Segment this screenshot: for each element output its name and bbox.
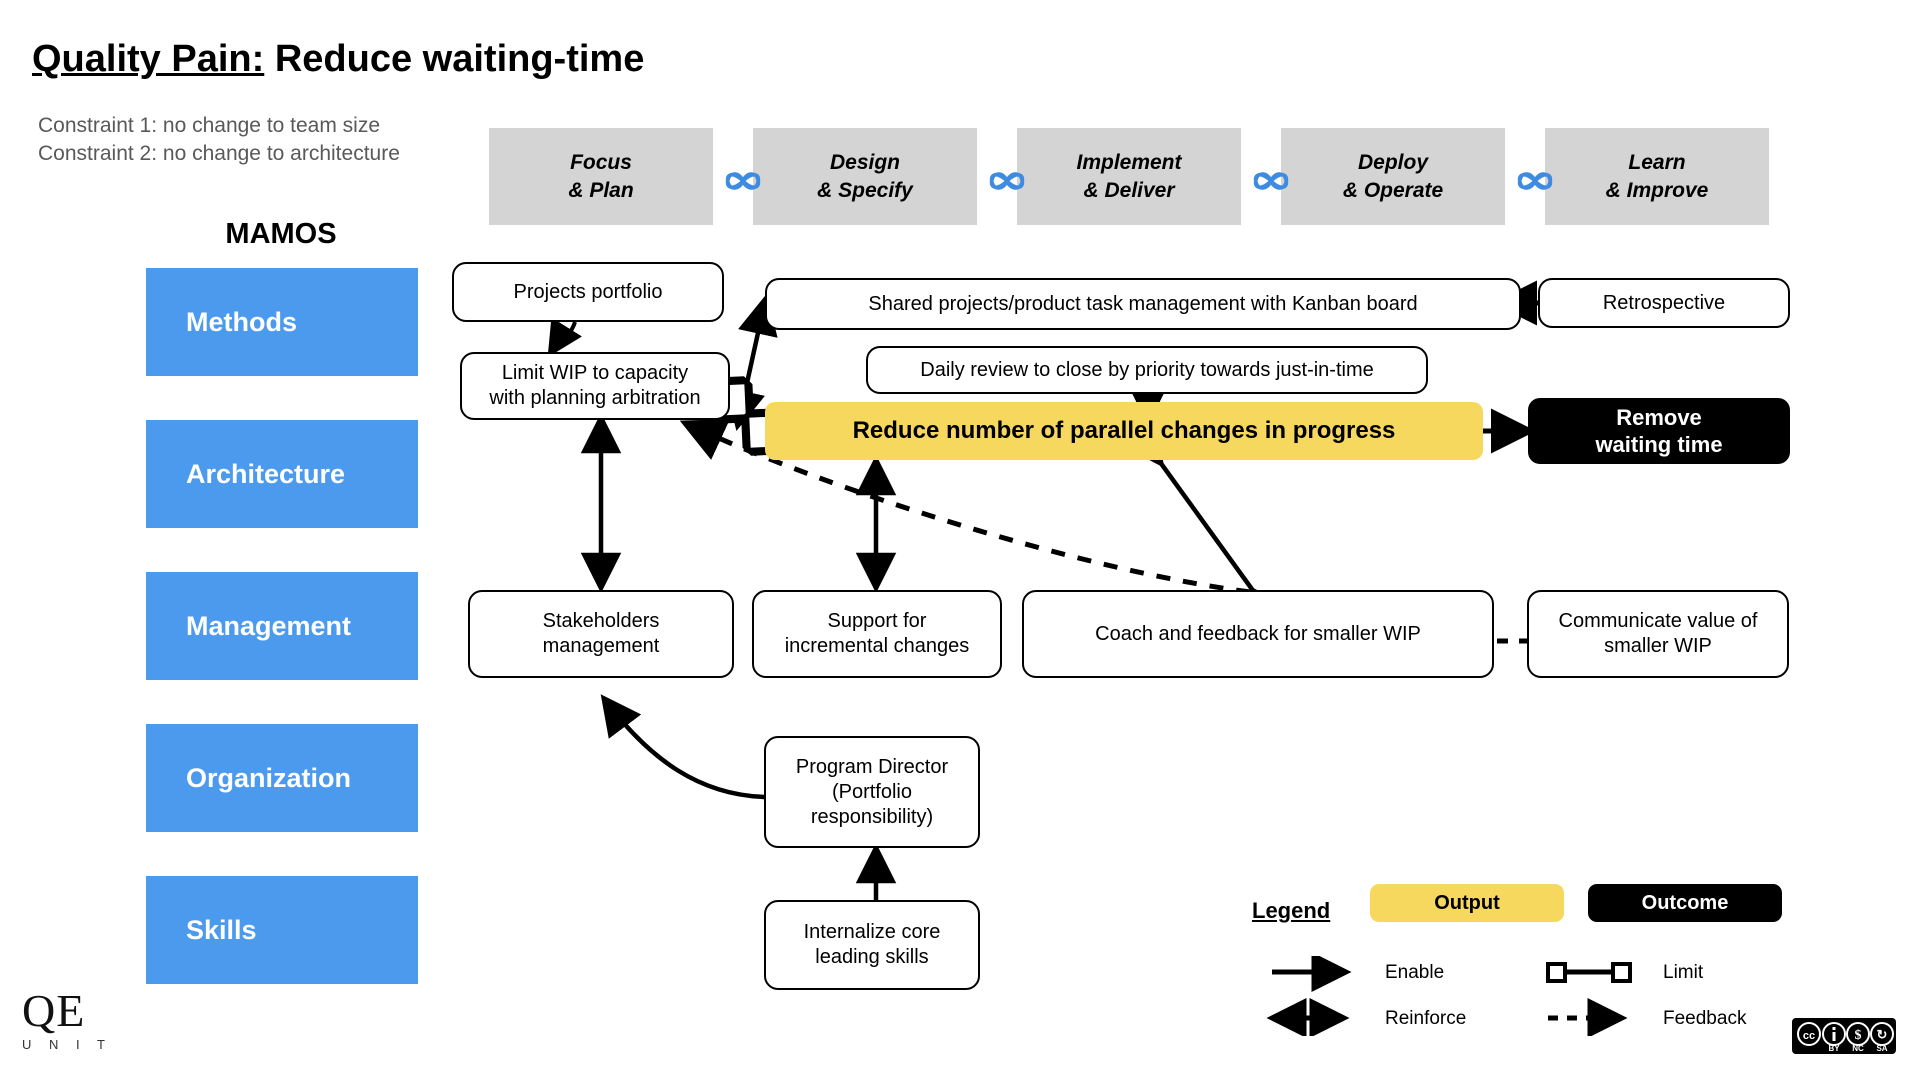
svg-text:$: $ <box>1855 1028 1862 1043</box>
logo-main-text: QE <box>22 985 86 1036</box>
page-title-emphasis: Quality Pain: <box>32 38 265 80</box>
legend-entry-reinforce: Reinforce <box>1385 1008 1467 1029</box>
phase-label-line2: & Specify <box>817 178 913 202</box>
legend-outcome-chip: Outcome <box>1588 884 1782 922</box>
node-stakeholders-management[interactable]: Stakeholders management <box>468 590 734 678</box>
node-retrospective[interactable]: Retrospective <box>1538 278 1790 328</box>
node-shared-kanban[interactable]: Shared projects/product task management … <box>765 278 1521 330</box>
node-label: Retrospective <box>1602 291 1726 314</box>
knot-icon <box>1517 172 1553 190</box>
legend-entry-enable: Enable <box>1385 962 1445 983</box>
slide-canvas: Quality Pain: Reduce waiting-time Constr… <box>0 0 1920 1080</box>
cc-by-label: BY <box>1828 1044 1840 1053</box>
knot-icon <box>989 172 1025 190</box>
node-label: Support for incremental changes <box>784 610 970 657</box>
logo-sub-text: U N I T <box>22 1037 112 1052</box>
phase-learn-improve[interactable]: Learn & Improve <box>1545 128 1769 225</box>
knot-icon <box>725 172 761 190</box>
legend-output-label: Output <box>1434 891 1500 914</box>
phase-focus-plan[interactable]: Focus & Plan <box>489 128 713 225</box>
node-support-incremental-changes[interactable]: Support for incremental changes <box>752 590 1002 678</box>
node-daily-review[interactable]: Daily review to close by priority toward… <box>866 346 1428 394</box>
node-limit-wip[interactable]: Limit WIP to capacity with planning arbi… <box>460 352 730 420</box>
legend-entry-limit: Limit <box>1663 962 1704 983</box>
qe-unit-logo: QE U N I T <box>22 985 112 1053</box>
node-label: Daily review to close by priority toward… <box>920 358 1374 381</box>
legend-output-chip: Output <box>1370 884 1564 922</box>
node-label: Reduce number of parallel changes in pro… <box>852 417 1396 444</box>
node-label: Stakeholders management <box>542 610 660 657</box>
legend-entry-feedback: Feedback <box>1663 1008 1747 1029</box>
sidebar-item-methods[interactable]: Methods <box>146 268 418 376</box>
node-reduce-parallel-changes[interactable]: Reduce number of parallel changes in pro… <box>765 402 1483 460</box>
sidebar-item-organization[interactable]: Organization <box>146 724 418 832</box>
svg-text:↻: ↻ <box>1877 1027 1888 1042</box>
creative-commons-badge: cc $ ↻ BY NC SA <box>1792 1018 1896 1054</box>
node-program-director[interactable]: Program Director (Portfolio responsibili… <box>764 736 980 848</box>
phase-implement-deliver[interactable]: Implement & Deliver <box>1017 128 1241 225</box>
sidebar-item-label: Organization <box>186 762 352 793</box>
constraints-block: Constraint 1: no change to team size Con… <box>38 112 400 169</box>
sidebar-item-management[interactable]: Management <box>146 572 418 680</box>
legend-title: Legend <box>1252 898 1331 923</box>
phase-label-line2: & Operate <box>1342 178 1444 202</box>
cc-license-icon: cc $ ↻ BY NC SA <box>1797 1022 1894 1053</box>
node-projects-portfolio[interactable]: Projects portfolio <box>452 262 724 322</box>
mamos-heading: MAMOS <box>225 218 337 250</box>
node-label: Limit WIP to capacity with planning arbi… <box>489 362 701 409</box>
sidebar-item-architecture[interactable]: Architecture <box>146 420 418 528</box>
sidebar-item-label: Management <box>186 610 352 641</box>
legend-outcome-label: Outcome <box>1641 891 1729 914</box>
node-label: Communicate value of smaller WIP <box>1558 610 1758 657</box>
constraint-1: Constraint 1: no change to team size <box>38 114 381 137</box>
node-label: Remove waiting time <box>1595 404 1723 458</box>
phase-design-specify[interactable]: Design & Specify <box>753 128 977 225</box>
node-communicate-value[interactable]: Communicate value of smaller WIP <box>1527 590 1789 678</box>
node-coach-feedback-smaller-wip[interactable]: Coach and feedback for smaller WIP <box>1022 590 1494 678</box>
node-remove-waiting-time[interactable]: Remove waiting time <box>1528 398 1790 464</box>
constraint-2: Constraint 2: no change to architecture <box>38 142 400 166</box>
phase-label-line2: & Plan <box>568 178 634 202</box>
sidebar-item-label: Methods <box>186 306 297 337</box>
legend: Legend Output Outcome Enable Limit Reinf… <box>1252 884 1812 1036</box>
svg-text:cc: cc <box>1803 1030 1815 1042</box>
phase-label-line1: Implement <box>1076 151 1182 175</box>
phase-label-line1: Learn <box>1628 151 1686 175</box>
node-label: Shared projects/product task management … <box>868 292 1418 315</box>
phase-label-line2: & Deliver <box>1083 178 1175 202</box>
phase-label-line1: Deploy <box>1357 151 1428 175</box>
node-internalize-core-skills[interactable]: Internalize core leading skills <box>764 900 980 990</box>
sidebar-item-label: Architecture <box>186 458 346 489</box>
cc-sa-label: SA <box>1876 1044 1887 1053</box>
node-label: Program Director (Portfolio responsibili… <box>795 755 949 828</box>
sidebar-item-label: Skills <box>186 914 257 945</box>
phase-label-line1: Design <box>829 151 900 175</box>
node-label: Projects portfolio <box>513 280 663 303</box>
knot-icon <box>1253 172 1289 190</box>
node-label: Coach and feedback for smaller WIP <box>1095 622 1421 645</box>
page-title-rest: Reduce waiting-time <box>264 38 645 80</box>
node-label: Internalize core leading skills <box>803 921 941 968</box>
phase-label-line1: Focus <box>570 151 632 175</box>
page-title: Quality Pain: Reduce waiting-time <box>32 38 644 81</box>
sidebar-item-skills[interactable]: Skills <box>146 876 418 984</box>
phase-deploy-operate[interactable]: Deploy & Operate <box>1281 128 1505 225</box>
cc-nc-label: NC <box>1852 1044 1864 1053</box>
phase-label-line2: & Improve <box>1605 178 1709 202</box>
